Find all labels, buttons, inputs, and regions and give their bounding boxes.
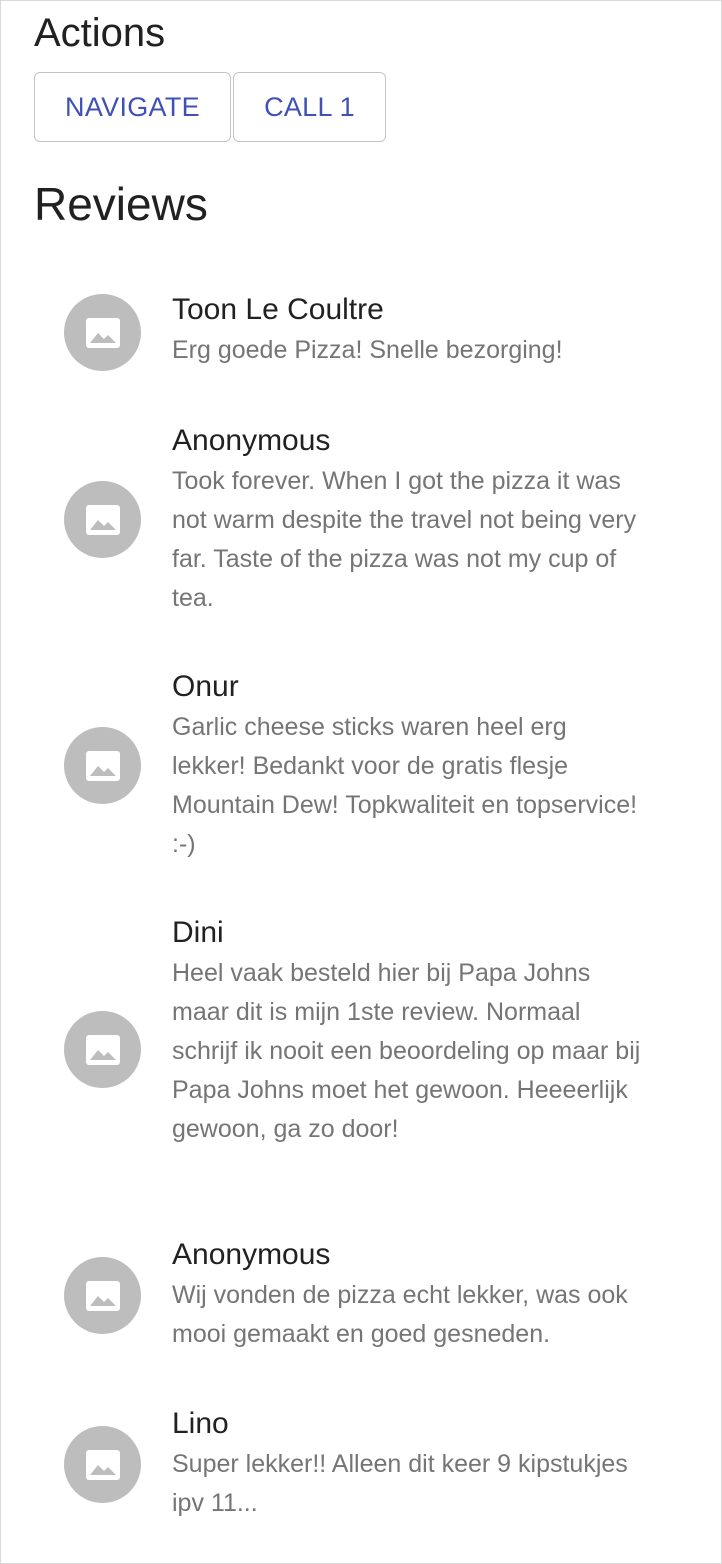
page-frame: Actions NAVIGATE CALL 1 Reviews Toon Le …	[0, 0, 722, 1564]
avatar	[64, 481, 141, 558]
review-content: Toon Le Coultre Erg goede Pizza! Snelle …	[172, 291, 642, 370]
actions-heading: Actions	[34, 11, 166, 55]
review-text: Wij vonden de pizza echt lekker, was ook…	[172, 1281, 628, 1348]
reviewer-name: Toon Le Coultre	[172, 293, 384, 326]
review-text: Super lekker!! Alleen dit keer 9 kipstuk…	[172, 1450, 628, 1517]
reviewer-name: Dini	[172, 916, 224, 949]
avatar	[64, 1011, 141, 1088]
image-placeholder-icon	[85, 1280, 120, 1311]
avatar	[64, 1426, 141, 1503]
reviewer-name: Anonymous	[172, 424, 331, 457]
review-content: Onur Garlic cheese sticks waren heel erg…	[172, 668, 642, 864]
reviewer-name: Onur	[172, 670, 239, 703]
reviews-heading: Reviews	[34, 178, 208, 230]
navigate-button[interactable]: NAVIGATE	[34, 72, 231, 142]
call-button[interactable]: CALL 1	[233, 72, 386, 142]
reviewer-name: Anonymous	[172, 1238, 331, 1271]
image-placeholder-icon	[85, 1034, 120, 1065]
review-text: Garlic cheese sticks waren heel erg lekk…	[172, 713, 638, 858]
review-text: Heel vaak besteld hier bij Papa Johns ma…	[172, 959, 641, 1143]
image-placeholder-icon	[85, 504, 120, 535]
reviewer-name: Lino	[172, 1407, 229, 1440]
avatar	[64, 727, 141, 804]
review-content: Lino Super lekker!! Alleen dit keer 9 ki…	[172, 1405, 642, 1523]
image-placeholder-icon	[85, 317, 120, 348]
avatar	[64, 294, 141, 371]
avatar	[64, 1257, 141, 1334]
review-text: Erg goede Pizza! Snelle bezorging!	[172, 336, 563, 364]
actions-bar: NAVIGATE CALL 1	[34, 72, 386, 142]
review-content: Dini Heel vaak besteld hier bij Papa Joh…	[172, 914, 642, 1149]
image-placeholder-icon	[85, 1449, 120, 1480]
review-content: Anonymous Wij vonden de pizza echt lekke…	[172, 1236, 642, 1354]
review-text: Took forever. When I got the pizza it wa…	[172, 467, 637, 612]
image-placeholder-icon	[85, 750, 120, 781]
review-content: Anonymous Took forever. When I got the p…	[172, 422, 642, 618]
